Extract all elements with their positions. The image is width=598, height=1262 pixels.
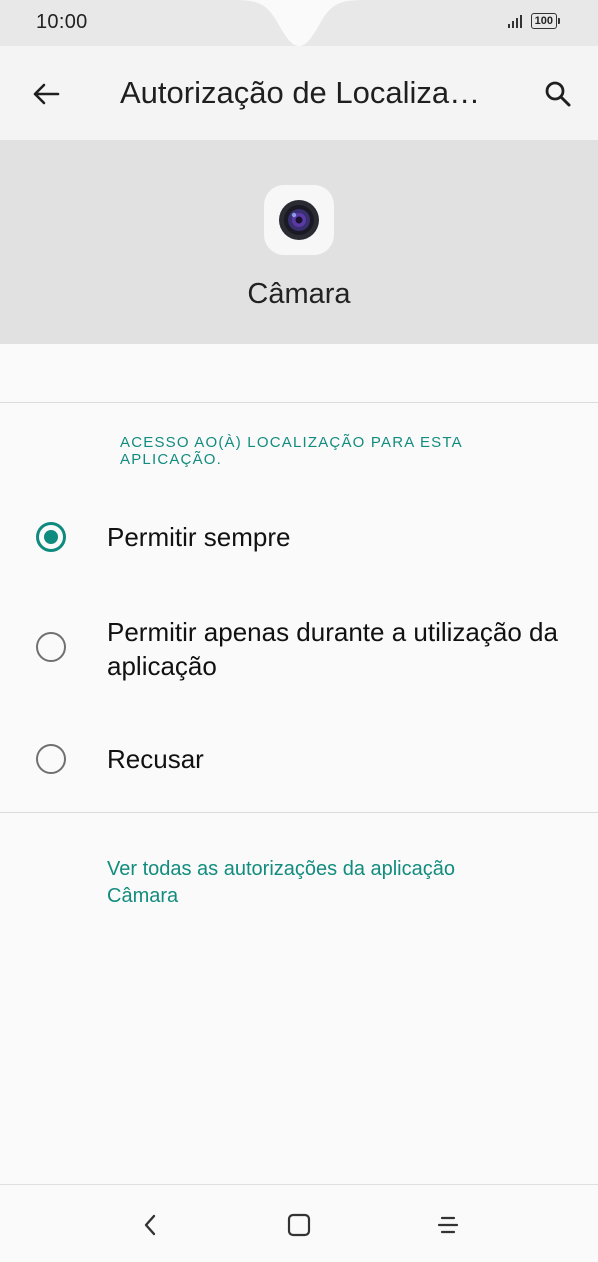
divider [0, 812, 598, 813]
battery-level: 100 [530, 13, 557, 29]
radio-unchecked-icon[interactable] [36, 744, 66, 774]
page-title: Autorização de Localiza… [120, 75, 481, 110]
app-name: Câmara [247, 278, 351, 310]
menu-lines-icon [437, 1216, 459, 1234]
chevron-left-icon [144, 1214, 156, 1236]
status-icons: 100 [507, 13, 560, 29]
radio-unchecked-icon[interactable] [36, 632, 66, 662]
search-icon [545, 81, 571, 107]
option-while-using[interactable]: Permitir apenas durante a utilização da … [0, 612, 598, 688]
search-button[interactable] [538, 74, 578, 114]
option-deny[interactable]: Recusar [0, 731, 598, 787]
camera-app-icon [264, 185, 334, 255]
nav-back-button[interactable] [130, 1205, 170, 1245]
screen: 10:00 100 Autorização de Localiza… Câmar… [0, 0, 598, 1262]
square-home-icon [287, 1213, 311, 1237]
divider [0, 402, 598, 403]
nav-home-button[interactable] [279, 1205, 319, 1245]
option-always[interactable]: Permitir sempre [0, 510, 598, 566]
app-header: Câmara [0, 140, 598, 344]
arrow-left-icon [33, 83, 60, 105]
option-label: Permitir sempre [107, 522, 291, 552]
app-bar: Autorização de Localiza… [0, 46, 598, 140]
nav-bar [0, 1184, 598, 1262]
option-label: Permitir apenas durante a utilização da … [107, 617, 558, 681]
nav-menu-button[interactable] [428, 1205, 468, 1245]
section-title: ACESSO AO(À) LOCALIZAÇÃO PARA ESTA APLIC… [120, 434, 463, 468]
all-permissions-link[interactable]: Ver todas as autorizações da aplicação C… [107, 856, 507, 910]
status-time: 10:00 [36, 11, 88, 33]
back-button[interactable] [26, 74, 66, 114]
radio-checked-icon[interactable] [36, 522, 66, 552]
signal-icon [507, 15, 522, 28]
status-bar: 10:00 100 [0, 0, 598, 46]
battery-icon: 100 [530, 13, 560, 29]
option-label: Recusar [107, 744, 204, 774]
